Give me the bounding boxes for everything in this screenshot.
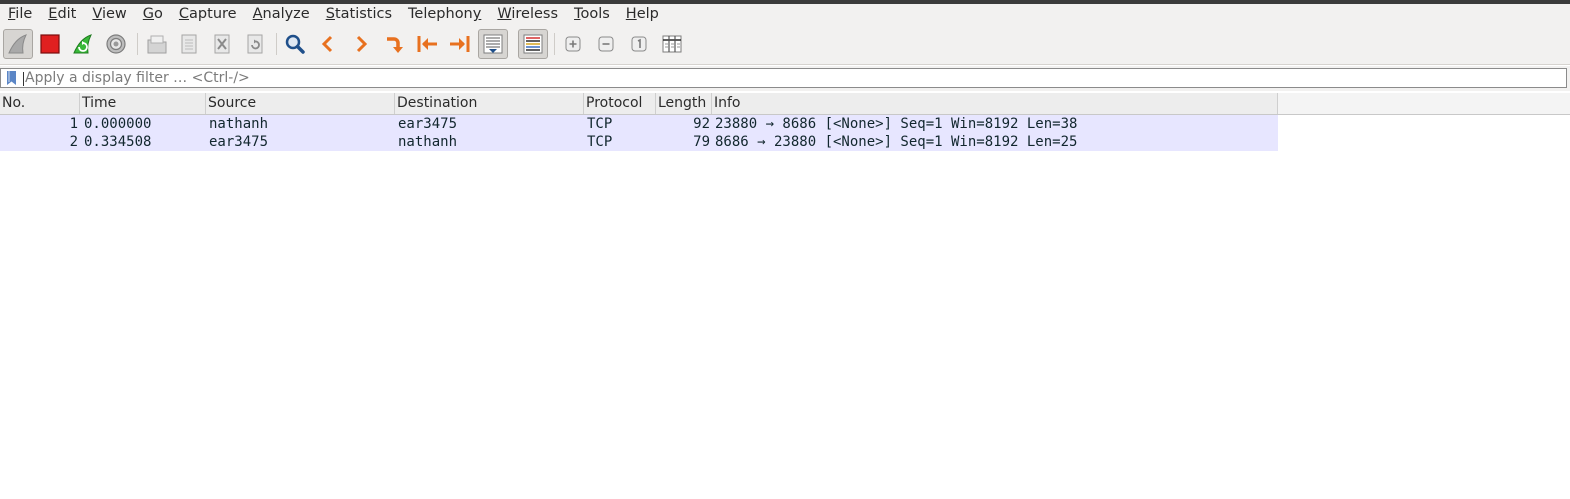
start-capture-button[interactable] <box>3 29 33 59</box>
menu-go[interactable]: Go <box>135 5 171 24</box>
last-packet-icon <box>450 36 470 52</box>
first-packet-button[interactable] <box>412 29 442 59</box>
stop-icon <box>40 34 60 54</box>
shark-fin-icon <box>8 34 27 54</box>
gear-icon <box>106 34 126 54</box>
auto-scroll-icon <box>483 34 503 54</box>
toolbar-separator <box>276 33 277 55</box>
magnifier-icon <box>285 34 305 54</box>
packet-source: ear3475 <box>209 134 269 150</box>
text-caret <box>23 72 24 86</box>
column-header-protocol[interactable]: Protocol <box>584 93 656 114</box>
packet-time: 0.334508 <box>84 134 152 150</box>
menu-analyze[interactable]: Analyze <box>245 5 318 24</box>
display-filter-box <box>0 68 1567 88</box>
zoom-in-icon <box>565 36 581 52</box>
go-to-packet-button[interactable] <box>379 29 409 59</box>
toolbar-separator <box>554 33 555 55</box>
menu-file[interactable]: File <box>0 5 40 24</box>
zoom-in-button[interactable] <box>558 29 588 59</box>
menu-wireless[interactable]: Wireless <box>489 5 566 24</box>
save-file-button[interactable] <box>174 29 204 59</box>
zoom-out-icon <box>598 36 614 52</box>
packet-info: 8686 → 23880 [<None>] Seq=1 Win=8192 Len… <box>715 134 1078 150</box>
packet-protocol: TCP <box>587 116 613 132</box>
packet-no: 1 <box>69 116 78 132</box>
bookmark-icon[interactable] <box>7 71 16 85</box>
normal-size-icon <box>631 36 647 52</box>
menu-statistics[interactable]: Statistics <box>318 5 400 24</box>
display-filter-input[interactable] <box>25 69 1555 87</box>
first-packet-icon <box>417 36 437 52</box>
column-header-no[interactable]: No. <box>0 93 80 114</box>
menu-capture[interactable]: Capture <box>171 5 245 24</box>
close-file-button[interactable] <box>207 29 237 59</box>
packet-list-header: No. Time Source Destination Protocol Len… <box>0 93 1570 115</box>
menu-telephony[interactable]: Telephony <box>400 5 489 24</box>
packet-length: 92 <box>693 116 710 132</box>
chevron-right-icon <box>356 35 368 53</box>
resize-columns-button[interactable] <box>657 29 687 59</box>
restart-fin-icon <box>73 34 92 54</box>
colorize-button[interactable] <box>518 29 548 59</box>
file-icon <box>181 34 197 54</box>
packet-destination: ear3475 <box>398 116 458 132</box>
resize-columns-icon <box>662 35 682 53</box>
go-back-button[interactable] <box>313 29 343 59</box>
main-toolbar <box>0 25 1570 65</box>
auto-scroll-button[interactable] <box>478 29 508 59</box>
column-header-time[interactable]: Time <box>80 93 206 114</box>
packet-list: No. Time Source Destination Protocol Len… <box>0 93 1570 151</box>
packet-row[interactable]: 2 0.334508 ear3475 nathanh TCP 79 8686 →… <box>0 133 1278 151</box>
jump-arrow-icon <box>387 37 403 53</box>
go-forward-button[interactable] <box>346 29 376 59</box>
zoom-out-button[interactable] <box>591 29 621 59</box>
packet-length: 79 <box>693 134 710 150</box>
restart-capture-button[interactable] <box>68 29 98 59</box>
reload-file-button[interactable] <box>240 29 270 59</box>
menu-bar: File Edit View Go Capture Analyze Statis… <box>0 4 1570 25</box>
packet-no: 2 <box>69 134 78 150</box>
menu-tools[interactable]: Tools <box>566 5 618 24</box>
toolbar-separator <box>137 33 138 55</box>
reload-icon <box>247 34 263 54</box>
chevron-left-icon <box>321 35 333 53</box>
display-filter-bar <box>0 66 1570 91</box>
open-file-button[interactable] <box>142 29 172 59</box>
header-filler <box>1278 93 1570 114</box>
column-header-info[interactable]: Info <box>712 93 1278 114</box>
last-packet-button[interactable] <box>445 29 475 59</box>
packet-row[interactable]: 1 0.000000 nathanh ear3475 TCP 92 23880 … <box>0 115 1278 133</box>
stop-capture-button[interactable] <box>35 29 65 59</box>
normal-size-button[interactable] <box>624 29 654 59</box>
column-header-destination[interactable]: Destination <box>395 93 584 114</box>
packet-time: 0.000000 <box>84 116 152 132</box>
packet-destination: nathanh <box>398 134 458 150</box>
column-header-source[interactable]: Source <box>206 93 395 114</box>
packet-info: 23880 → 8686 [<None>] Seq=1 Win=8192 Len… <box>715 116 1078 132</box>
find-packet-button[interactable] <box>280 29 310 59</box>
menu-view[interactable]: View <box>84 5 134 24</box>
packet-source: nathanh <box>209 116 269 132</box>
menu-help[interactable]: Help <box>618 5 667 24</box>
colorize-icon <box>523 34 543 54</box>
folder-icon <box>147 35 167 54</box>
column-header-length[interactable]: Length <box>656 93 712 114</box>
packet-protocol: TCP <box>587 134 613 150</box>
capture-options-button[interactable] <box>101 29 131 59</box>
menu-edit[interactable]: Edit <box>40 5 84 24</box>
close-file-icon <box>214 34 230 54</box>
